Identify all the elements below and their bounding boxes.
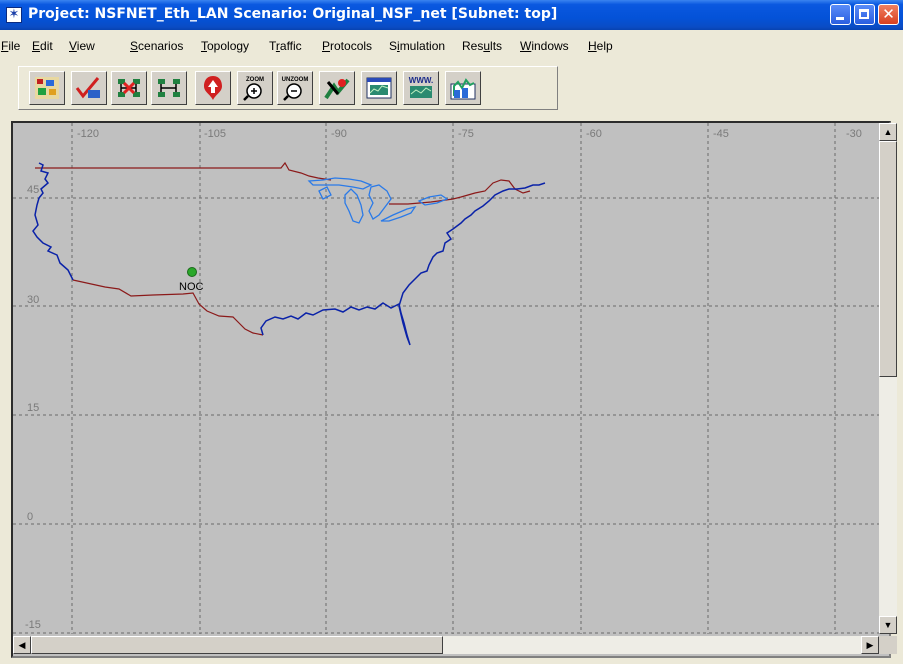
scroll-down-button[interactable]: ▼ [879,616,897,634]
toolbar: ZOOM UNZOOM WWW. [18,66,558,110]
go-to-parent-subnet-icon [204,76,222,100]
app-icon: ✶ [6,7,22,23]
go-to-parent-subnet-button[interactable] [195,71,231,105]
latitude-label: 45 [27,184,39,196]
fail-node-link-icon [118,79,140,97]
menu-file[interactable]: File [1,36,20,56]
vertical-scrollbar[interactable]: ▲ ▼ [879,123,897,634]
check-link-consistency-icon [75,77,100,99]
svg-text:UNZOOM: UNZOOM [282,77,309,83]
object-palette-button[interactable] [29,71,65,105]
world-map-svg: -120 -105 -90 -75 -60 -45 -30 45 30 15 0… [13,123,879,634]
menu-edit[interactable]: Edit [32,36,53,56]
latitude-label: 15 [27,402,39,414]
scrollbar-corner [879,636,897,654]
hide-show-graphs-button[interactable] [445,71,481,105]
view-results-icon [366,77,392,99]
zoom-button[interactable]: ZOOM [237,71,273,105]
latitude-label: 0 [27,511,33,523]
scroll-left-button[interactable]: ◀ [13,636,31,654]
unzoom-button[interactable]: UNZOOM [277,71,313,105]
window-title-bar[interactable]: ✶ Project: NSFNET_Eth_LAN Scenario: Orig… [0,0,903,30]
zoom-icon: ZOOM [243,77,264,101]
configure-simulation-button[interactable] [319,71,355,105]
longitude-label: -30 [846,128,862,140]
longitude-label: -45 [713,128,729,140]
view-results-button[interactable] [361,71,397,105]
longitude-label: -90 [331,128,347,140]
longitude-label: -120 [77,128,99,140]
noc-node[interactable] [187,267,197,277]
fail-node-link-button[interactable] [111,71,147,105]
menu-protocols[interactable]: Protocols [322,36,372,56]
latitude-label: -15 [25,619,41,631]
check-link-consistency-button[interactable] [71,71,107,105]
window-title: Project: NSFNET_Eth_LAN Scenario: Origin… [28,6,558,22]
web-report-button[interactable]: WWW. [403,71,439,105]
horizontal-scroll-thumb[interactable] [31,636,443,654]
menu-help[interactable]: Help [588,36,613,56]
close-icon: ✕ [882,5,895,23]
maximize-button[interactable] [854,4,875,25]
menu-bar: File Edit View Scenarios Topology Traffi… [0,36,903,56]
menu-traffic[interactable]: Traffic [269,36,302,56]
scroll-up-button[interactable]: ▲ [879,123,897,141]
menu-topology[interactable]: Topology [201,36,249,56]
recover-node-link-icon [158,79,180,97]
longitude-label: -105 [204,128,226,140]
menu-simulation[interactable]: Simulation [389,36,445,56]
web-report-icon: WWW. [409,76,433,98]
longitude-label: -60 [586,128,602,140]
maximize-icon [859,9,869,19]
menu-view[interactable]: View [69,36,95,56]
menu-scenarios[interactable]: Scenarios [130,36,183,56]
vertical-scroll-thumb[interactable] [879,141,897,377]
horizontal-scrollbar[interactable]: ◀ ▶ [13,636,879,654]
svg-text:ZOOM: ZOOM [246,77,264,83]
minimize-icon [836,17,844,20]
configure-simulation-icon [324,78,350,100]
scroll-right-button[interactable]: ▶ [861,636,879,654]
project-workspace-map[interactable]: -120 -105 -90 -75 -60 -45 -30 45 30 15 0… [13,123,879,634]
latitude-label: 30 [27,294,39,306]
svg-text:WWW.: WWW. [409,76,433,85]
object-palette-icon [35,77,59,99]
menu-results[interactable]: Results [462,36,502,56]
longitude-label: -75 [458,128,474,140]
minimize-button[interactable] [830,4,851,25]
close-button[interactable]: ✕ [878,4,899,25]
recover-node-link-button[interactable] [151,71,187,105]
unzoom-icon: UNZOOM [282,77,309,101]
menu-windows[interactable]: Windows [520,36,569,56]
hide-show-graphs-icon [450,78,476,100]
noc-node-label: NOC [179,281,204,293]
